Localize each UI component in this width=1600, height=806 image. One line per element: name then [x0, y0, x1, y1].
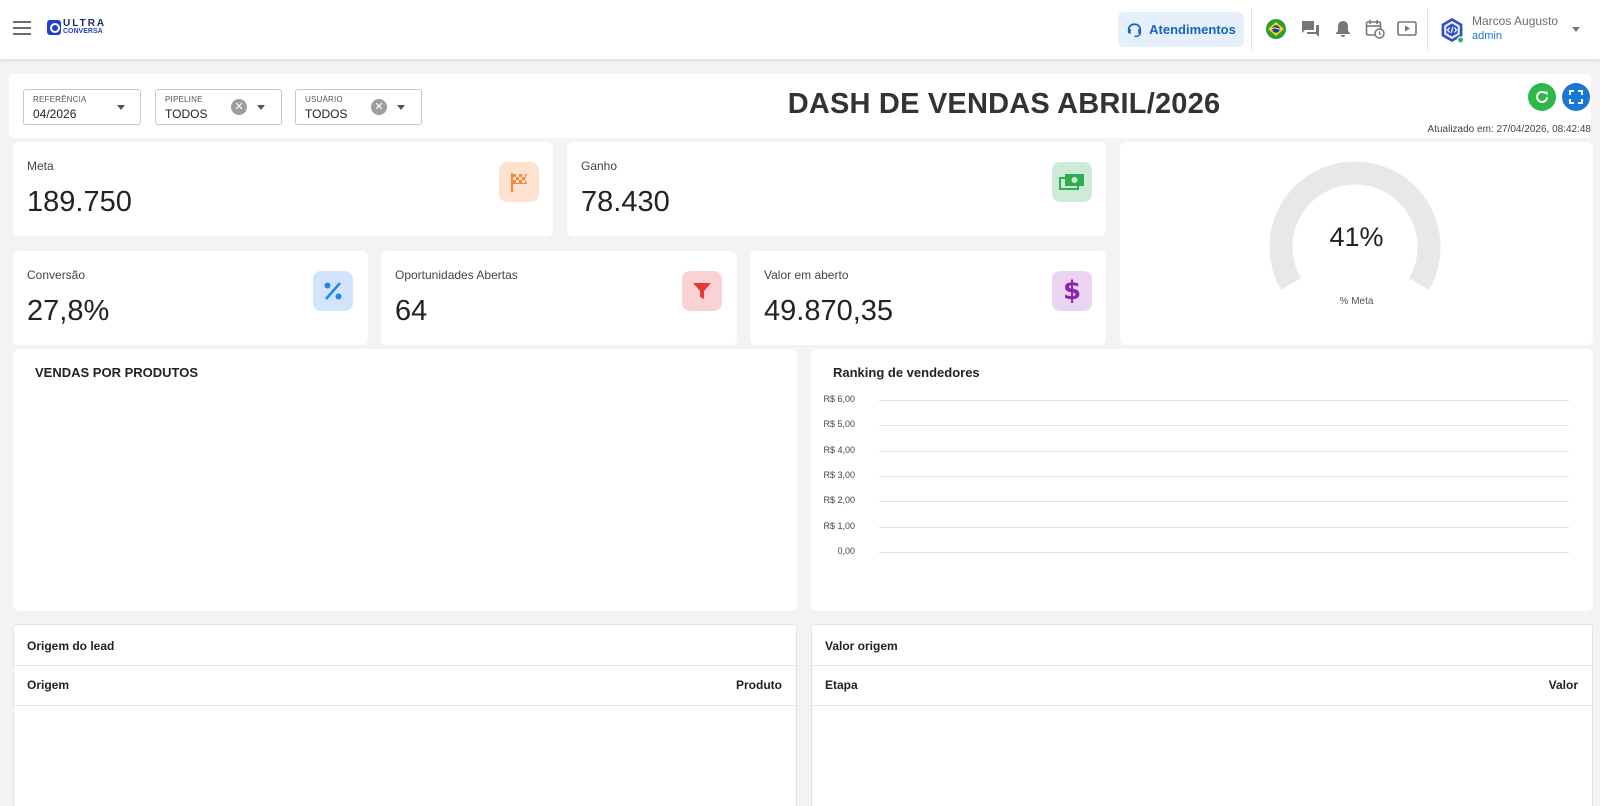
logo-text-conversa: CONVERSA [63, 28, 103, 35]
atendimentos-label: Atendimentos [1149, 22, 1236, 37]
bell-icon[interactable] [1332, 18, 1354, 40]
user-role: admin [1472, 30, 1502, 42]
gridline [879, 400, 1569, 401]
meta-label: Meta [27, 159, 54, 173]
percent-icon [313, 271, 353, 311]
gridline [879, 551, 1569, 553]
ranking-title: Ranking de vendedores [833, 365, 980, 380]
ranking-panel: Ranking de vendedores R$ 6,00 R$ 5,00 R$ 4… [811, 349, 1593, 611]
top-bar: ULTRA CONVERSA Atendimentos Marcos Augus… [0, 0, 1600, 59]
divider [1251, 8, 1252, 50]
column-header-valor: Valor [1548, 678, 1578, 692]
y-axis-tick-label: R$ 4,00 [823, 444, 855, 455]
ganho-value: 78.430 [581, 186, 670, 218]
oportunidades-value: 64 [395, 295, 428, 327]
y-axis-tick-label: 0,00 [837, 545, 855, 556]
y-axis-tick-label: R$ 5,00 [823, 419, 855, 430]
valor-origem-title: Valor origem [825, 639, 898, 653]
avatar [1438, 16, 1466, 44]
logo[interactable]: ULTRA CONVERSA [47, 18, 107, 35]
valor-aberto-card: Valor em aberto 49.870,35 $ [750, 251, 1106, 345]
funnel-icon [682, 271, 722, 311]
divider [812, 705, 1592, 706]
conversao-label: Conversão [27, 268, 86, 282]
gauge-percent: 41% [1329, 222, 1384, 252]
user-name: Marcos Augusto [1472, 14, 1559, 28]
user-menu-chevron-down-icon[interactable] [1572, 27, 1580, 32]
calendar-clock-icon[interactable] [1364, 18, 1386, 40]
vendas-produtos-panel: VENDAS POR PRODUTOS [13, 349, 797, 611]
conversao-card: Conversão 27,8% [13, 251, 368, 345]
gridline [879, 501, 1569, 503]
updated-timestamp: Atualizado em: 27/04/2026, 08:42:48 [1427, 124, 1591, 135]
refresh-icon [1536, 90, 1548, 103]
y-axis-tick-label: R$ 1,00 [823, 520, 855, 531]
gridline [879, 526, 1569, 528]
divider [812, 665, 1592, 666]
headset-icon [1128, 22, 1142, 37]
hamburger-menu-icon[interactable] [13, 21, 31, 37]
conversao-value: 27,8% [27, 295, 110, 327]
atendimentos-button[interactable]: Atendimentos [1118, 12, 1244, 47]
vendas-produtos-title: VENDAS POR PRODUTOS [35, 365, 199, 380]
page-title: DASH DE VENDAS ABRIL/2026 [787, 88, 1221, 120]
gauge-caption: % Meta [1339, 296, 1374, 307]
divider [14, 665, 796, 666]
origem-lead-panel: Origem do lead Origem Produto [13, 624, 797, 806]
fullscreen-icon [1569, 90, 1583, 104]
oportunidades-label: Oportunidades Abertas [395, 268, 518, 282]
logo-text-ultra: ULTRA [63, 18, 107, 29]
valor-origem-panel: Valor origem Etapa Valor [811, 624, 1593, 806]
checkered-flag-icon [499, 162, 539, 202]
oportunidades-card: Oportunidades Abertas 64 [381, 251, 737, 345]
column-header-produto: Produto [736, 678, 782, 692]
divider [1427, 8, 1428, 50]
column-header-origem: Origem [27, 678, 70, 692]
fullscreen-button[interactable] [1562, 83, 1590, 111]
y-axis-tick-label: R$ 6,00 [823, 394, 855, 404]
column-header-etapa: Etapa [825, 678, 858, 692]
divider [14, 705, 796, 706]
refresh-button[interactable] [1528, 83, 1556, 111]
origem-lead-title: Origem do lead [27, 639, 115, 653]
gridline [879, 475, 1569, 477]
gridline [879, 425, 1569, 427]
meta-card: Meta 189.750 [13, 142, 553, 236]
y-axis-tick-label: R$ 2,00 [823, 495, 855, 506]
ganho-card: Ganho 78.430 [567, 142, 1106, 236]
chat-icon[interactable] [1299, 18, 1321, 40]
dollar-icon: $ [1052, 271, 1092, 311]
logo-mark-icon [47, 20, 61, 35]
valor-aberto-label: Valor em aberto [764, 268, 849, 282]
gridline [879, 450, 1569, 452]
video-play-icon[interactable] [1396, 18, 1418, 40]
brazil-flag-icon[interactable] [1265, 18, 1287, 40]
meta-value: 189.750 [27, 186, 132, 218]
ganho-label: Ganho [581, 159, 618, 173]
valor-aberto-value: 49.870,35 [764, 295, 894, 327]
money-icon [1052, 162, 1092, 202]
y-axis-tick-label: R$ 3,00 [823, 469, 855, 480]
